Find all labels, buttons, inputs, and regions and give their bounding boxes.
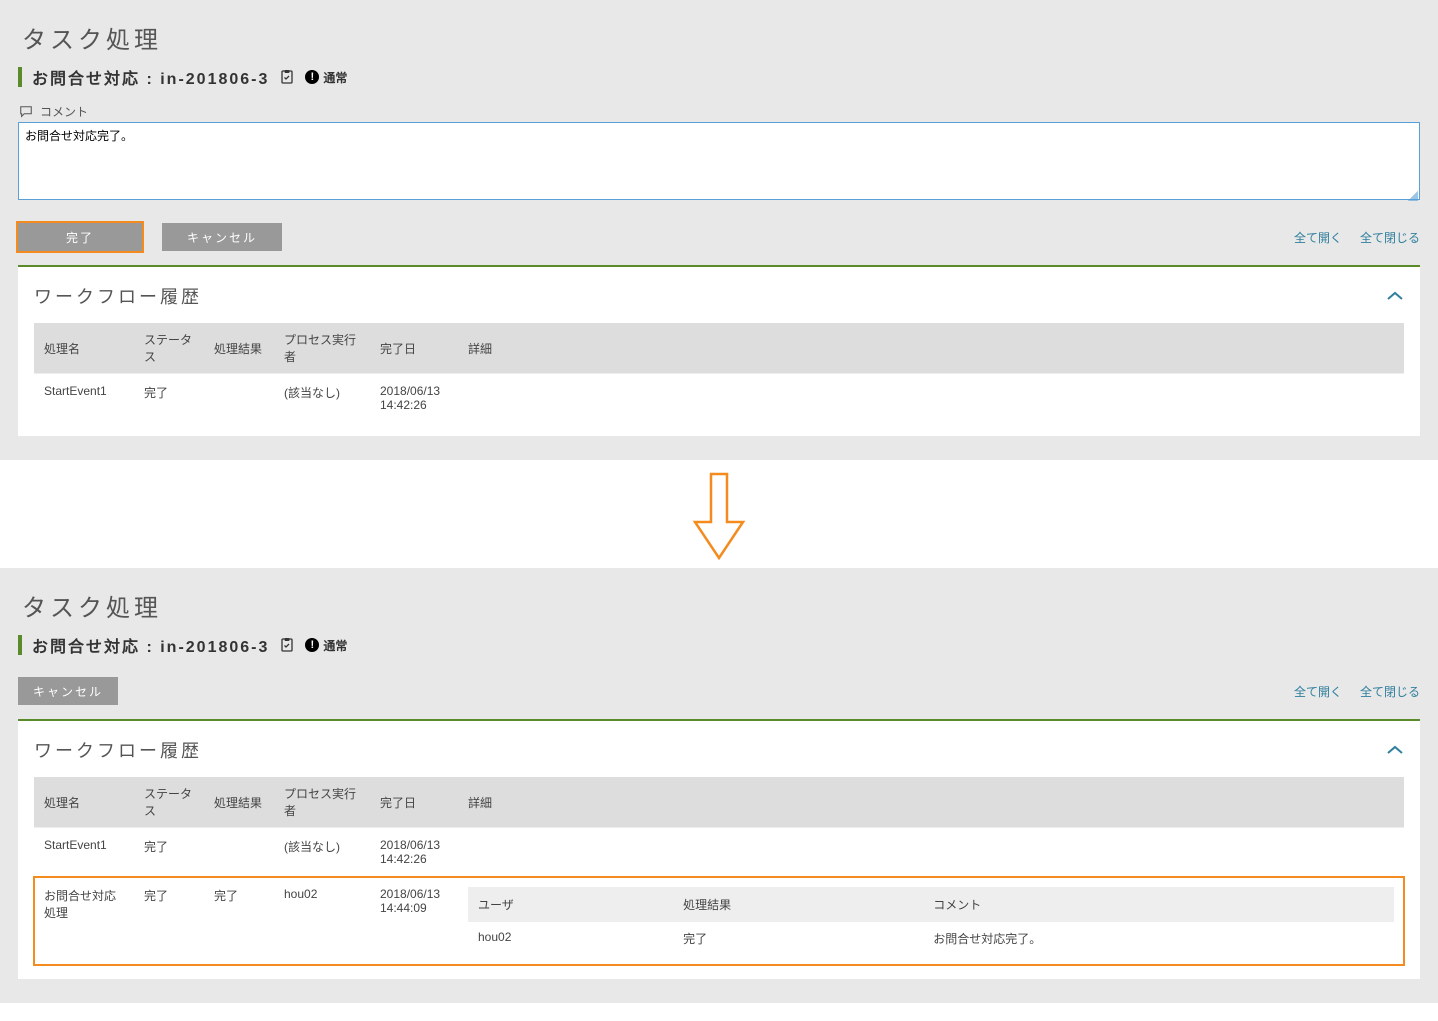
comment-input[interactable] bbox=[18, 122, 1420, 200]
cancel-button[interactable]: キャンセル bbox=[162, 223, 282, 251]
history-table: 処理名 ステータス 処理結果 プロセス実行者 完了日 詳細 StartEvent… bbox=[34, 323, 1404, 422]
cell-status: 完了 bbox=[134, 828, 204, 877]
cell-status: 完了 bbox=[134, 374, 204, 423]
col-detail: 詳細 bbox=[458, 777, 1404, 828]
clipboard-icon bbox=[279, 69, 295, 85]
detail-table: ユーザ 処理結果 コメント hou02 完了 お問合せ対応完了。 bbox=[468, 887, 1394, 955]
table-row-highlighted: お問合せ対応処理 完了 完了 hou02 2018/06/13 14:44:09… bbox=[34, 877, 1404, 966]
collapse-all-link[interactable]: 全て閉じる bbox=[1360, 229, 1420, 246]
history-table: 処理名 ステータス 処理結果 プロセス実行者 完了日 詳細 StartEvent… bbox=[34, 777, 1404, 965]
task-title: お問合せ対応 : in-201806-3 bbox=[32, 65, 269, 89]
accent-bar bbox=[18, 67, 22, 87]
history-title: ワークフロー履歴 bbox=[34, 737, 202, 763]
table-row: StartEvent1 完了 (該当なし) 2018/06/13 14:42:2… bbox=[34, 374, 1404, 423]
priority-badge: ! 通常 bbox=[305, 637, 347, 654]
clipboard-icon bbox=[279, 637, 295, 653]
cell-executor: (該当なし) bbox=[274, 828, 370, 877]
button-row: 完了 キャンセル 全て開く 全て閉じる bbox=[18, 223, 1420, 251]
transition-arrow bbox=[0, 472, 1438, 562]
col-executor: プロセス実行者 bbox=[274, 323, 370, 374]
chevron-up-icon[interactable] bbox=[1386, 290, 1404, 302]
table-row: StartEvent1 完了 (該当なし) 2018/06/13 14:42:2… bbox=[34, 828, 1404, 877]
task-panel-before: タスク処理 お問合せ対応 : in-201806-3 ! 通常 コメント 完了 … bbox=[0, 0, 1438, 460]
complete-button[interactable]: 完了 bbox=[18, 223, 142, 251]
cell-result bbox=[204, 374, 274, 423]
detail-row: hou02 完了 お問合せ対応完了。 bbox=[468, 922, 1394, 956]
exclamation-icon: ! bbox=[305, 70, 319, 84]
col-status: ステータス bbox=[134, 777, 204, 828]
col-name: 処理名 bbox=[34, 777, 134, 828]
cell-date: 2018/06/13 14:42:26 bbox=[370, 828, 458, 877]
cell-result: 完了 bbox=[204, 877, 274, 966]
comment-icon bbox=[18, 104, 34, 120]
arrow-down-icon bbox=[689, 472, 749, 562]
col-result: 処理結果 bbox=[204, 777, 274, 828]
cancel-button[interactable]: キャンセル bbox=[18, 677, 118, 705]
task-header: お問合せ対応 : in-201806-3 ! 通常 bbox=[18, 65, 1420, 89]
comment-label-row: コメント bbox=[18, 103, 1420, 120]
cell-date: 2018/06/13 14:44:09 bbox=[370, 877, 458, 966]
history-title: ワークフロー履歴 bbox=[34, 283, 202, 309]
col-date: 完了日 bbox=[370, 777, 458, 828]
cell-status: 完了 bbox=[134, 877, 204, 966]
expand-all-link[interactable]: 全て開く bbox=[1294, 683, 1342, 700]
collapse-all-link[interactable]: 全て閉じる bbox=[1360, 683, 1420, 700]
task-title: お問合せ対応 : in-201806-3 bbox=[32, 633, 269, 657]
cell-detail bbox=[458, 374, 1404, 423]
cell-date: 2018/06/13 14:42:26 bbox=[370, 374, 458, 423]
cell-name: StartEvent1 bbox=[34, 374, 134, 423]
priority-badge: ! 通常 bbox=[305, 69, 347, 86]
cell-executor: (該当なし) bbox=[274, 374, 370, 423]
dcell-comment: お問合せ対応完了。 bbox=[923, 922, 1394, 956]
cell-detail bbox=[458, 828, 1404, 877]
dcell-result: 完了 bbox=[673, 922, 923, 956]
cell-result bbox=[204, 828, 274, 877]
task-header: お問合せ対応 : in-201806-3 ! 通常 bbox=[18, 633, 1420, 657]
cell-name: StartEvent1 bbox=[34, 828, 134, 877]
exclamation-icon: ! bbox=[305, 638, 319, 652]
chevron-up-icon[interactable] bbox=[1386, 744, 1404, 756]
comment-label: コメント bbox=[40, 103, 88, 120]
col-date: 完了日 bbox=[370, 323, 458, 374]
dcol-comment: コメント bbox=[923, 888, 1394, 922]
accent-bar bbox=[18, 635, 22, 655]
task-panel-after: タスク処理 お問合せ対応 : in-201806-3 ! 通常 キャンセル 全て… bbox=[0, 568, 1438, 1003]
col-name: 処理名 bbox=[34, 323, 134, 374]
button-row: キャンセル 全て開く 全て閉じる bbox=[18, 677, 1420, 705]
page-title: タスク処理 bbox=[22, 588, 1420, 623]
page-title: タスク処理 bbox=[22, 20, 1420, 55]
col-status: ステータス bbox=[134, 323, 204, 374]
col-detail: 詳細 bbox=[458, 323, 1404, 374]
cell-name: お問合せ対応処理 bbox=[34, 877, 134, 966]
workflow-history: ワークフロー履歴 処理名 ステータス 処理結果 プロセス実行者 完了日 詳細 bbox=[18, 267, 1420, 436]
dcell-user: hou02 bbox=[468, 922, 673, 956]
workflow-history: ワークフロー履歴 処理名 ステータス 処理結果 プロセス実行者 完了日 詳細 bbox=[18, 721, 1420, 979]
col-result: 処理結果 bbox=[204, 323, 274, 374]
cell-detail: ユーザ 処理結果 コメント hou02 完了 お問合せ対応完了。 bbox=[458, 877, 1404, 966]
dcol-user: ユーザ bbox=[468, 888, 673, 922]
col-executor: プロセス実行者 bbox=[274, 777, 370, 828]
cell-executor: hou02 bbox=[274, 877, 370, 966]
priority-label: 通常 bbox=[323, 637, 347, 654]
expand-all-link[interactable]: 全て開く bbox=[1294, 229, 1342, 246]
dcol-result: 処理結果 bbox=[673, 888, 923, 922]
priority-label: 通常 bbox=[323, 69, 347, 86]
